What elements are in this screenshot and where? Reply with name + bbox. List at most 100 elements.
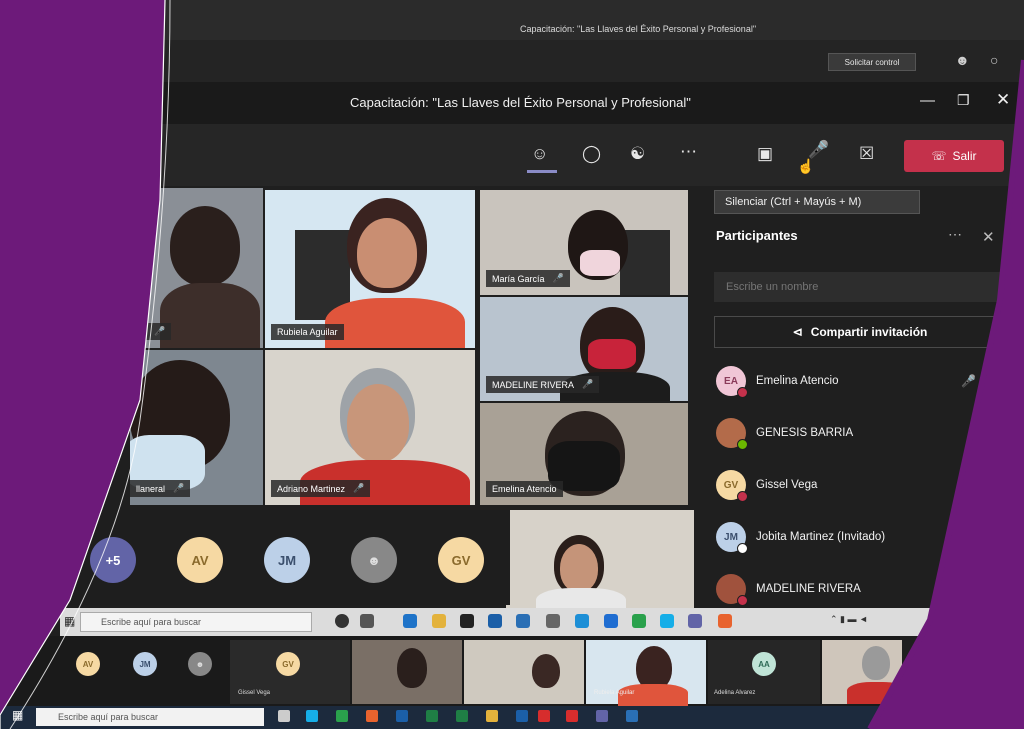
video-tile[interactable]: Emelina Atencio xyxy=(480,403,688,505)
teams-icon[interactable] xyxy=(596,710,608,722)
meeting-title: Capacitación: "Las Llaves del Éxito Pers… xyxy=(350,95,691,110)
leave-button[interactable]: ☏ Salir xyxy=(904,140,1004,172)
taskbar-search-field[interactable]: Escribe aquí para buscar xyxy=(80,612,312,632)
more-participants-avatar[interactable]: +5 xyxy=(90,537,136,583)
participant-row[interactable]: GENESIS BARRIA ⩔ xyxy=(712,413,1012,453)
system-tray-icons[interactable]: ⌃ ▮ ▬ ◄ xyxy=(830,614,868,625)
video-tile-partial[interactable]: llaneral 🎤 xyxy=(130,350,263,505)
chat-bubble-icon[interactable]: ◯ xyxy=(582,144,601,164)
leave-label: Salir xyxy=(952,149,977,163)
windows-start-icon[interactable]: ▦ xyxy=(64,614,75,628)
participant-name-tag: María García 🎤 xyxy=(486,270,570,287)
avatar xyxy=(716,418,748,450)
avatar[interactable]: AA xyxy=(752,652,776,676)
video-tile[interactable]: Rubiela Aguilar xyxy=(265,190,475,348)
app-icon[interactable] xyxy=(366,710,378,722)
video-tile[interactable]: Adriano Martinez 🎤 xyxy=(265,350,475,505)
acrobat-icon[interactable] xyxy=(566,710,578,722)
app-icon[interactable] xyxy=(538,710,550,722)
powerpoint-icon[interactable] xyxy=(718,614,732,628)
video-tile-self[interactable] xyxy=(506,510,694,610)
file-explorer-icon[interactable] xyxy=(486,710,498,722)
app-icon[interactable] xyxy=(626,710,638,722)
panel-title: Participantes xyxy=(716,228,798,243)
avatar xyxy=(716,574,748,606)
share-icon: ⊲ xyxy=(792,325,803,339)
avatar[interactable]: GV xyxy=(276,652,300,676)
participant-name-tag: Emelina Atencio xyxy=(486,481,563,497)
avatar[interactable]: AV xyxy=(76,652,100,676)
app-icon[interactable] xyxy=(604,614,618,628)
mail-icon[interactable] xyxy=(488,614,502,628)
edge-icon[interactable] xyxy=(403,614,417,628)
more-options-icon[interactable]: ⋯ xyxy=(680,142,697,162)
maximize-icon[interactable]: ❐ xyxy=(957,92,970,109)
taskbar-search-field[interactable]: Escribe aquí para buscar xyxy=(36,708,264,726)
microphone-icon[interactable]: 🎤 xyxy=(808,140,829,160)
participant-name: Emelina Atencio xyxy=(756,375,839,387)
avatar[interactable]: JM xyxy=(264,537,310,583)
chrome-icon[interactable] xyxy=(336,710,348,722)
mute-tooltip: Silenciar (Ctrl + Mayús + M) xyxy=(714,190,920,214)
remote-window-title: Capacitación: "Las Llaves del Éxito Pers… xyxy=(520,24,757,34)
task-view-icon[interactable] xyxy=(278,710,290,722)
app-icon[interactable] xyxy=(516,710,528,722)
avatar: GV xyxy=(716,470,748,502)
task-view-icon[interactable] xyxy=(360,614,374,628)
share-screen-icon[interactable]: ☒ xyxy=(859,144,874,164)
strip-name-label: Gissel Vega xyxy=(238,690,271,696)
chat-icon[interactable]: ○ xyxy=(990,52,998,68)
more-options-icon[interactable]: ⋯ xyxy=(948,226,962,243)
windows-start-icon[interactable]: ▦ xyxy=(12,708,23,722)
camera-icon[interactable] xyxy=(546,614,560,628)
avatar[interactable]: ☻ xyxy=(188,652,212,676)
share-invite-label: Compartir invitación xyxy=(810,325,928,339)
skype-icon[interactable] xyxy=(575,614,589,628)
avatar[interactable]: AV xyxy=(177,537,223,583)
avatar[interactable]: ☻ xyxy=(351,537,397,583)
strip-name-label: Rubiela Aguilar xyxy=(594,690,635,696)
person-icon: ☻ xyxy=(367,552,381,568)
avatar: JM xyxy=(716,522,748,554)
participant-row[interactable]: EA Emelina Atencio 🎤 xyxy=(712,361,1012,401)
cortana-icon[interactable] xyxy=(335,614,349,628)
reactions-icon[interactable]: ☯ xyxy=(630,144,645,164)
close-icon[interactable]: ✕ xyxy=(996,90,1010,110)
chrome-icon[interactable] xyxy=(632,614,646,628)
strip-name-label: Adelina Alvarez xyxy=(714,690,756,696)
participants-icon[interactable]: ☺ xyxy=(531,144,548,164)
excel-icon[interactable] xyxy=(426,710,438,722)
participant-name-tag: llaneral 🎤 xyxy=(130,480,191,497)
teams-icon[interactable] xyxy=(688,614,702,628)
participant-name-tag: MADELINE RIVERA 🎤 xyxy=(486,376,600,393)
video-tile[interactable]: MADELINE RIVERA 🎤 xyxy=(480,297,688,401)
share-invite-button[interactable]: ⊲ Compartir invitación xyxy=(714,316,1006,348)
people-icon[interactable]: ☻ xyxy=(955,52,970,68)
edge-new-icon[interactable] xyxy=(660,614,674,628)
microphone-icon: 🎤 xyxy=(961,374,976,388)
word-icon[interactable] xyxy=(396,710,408,722)
app-icon[interactable] xyxy=(456,710,468,722)
participant-name: GENESIS BARRIA xyxy=(756,427,854,439)
participant-search-input[interactable] xyxy=(714,272,1004,302)
minimize-icon[interactable]: — xyxy=(920,92,935,109)
participant-name-tag: Adriano Martinez 🎤 xyxy=(271,480,371,497)
avatar[interactable]: GV xyxy=(438,537,484,583)
avatar: EA xyxy=(716,366,748,398)
store-icon[interactable] xyxy=(460,614,474,628)
photos-icon[interactable] xyxy=(516,614,530,628)
video-tile[interactable]: María García 🎤 xyxy=(480,190,688,295)
active-tab-indicator xyxy=(527,170,557,173)
file-explorer-icon[interactable] xyxy=(432,614,446,628)
strip-video[interactable] xyxy=(352,640,462,704)
person-icon: ☻ xyxy=(195,659,205,669)
avatar[interactable]: JM xyxy=(133,652,157,676)
participant-name: Gissel Vega xyxy=(756,479,818,491)
camera-icon[interactable]: ▣ xyxy=(757,144,773,164)
strip-video[interactable] xyxy=(464,640,584,704)
edge-icon[interactable] xyxy=(306,710,318,722)
close-icon[interactable]: ✕ xyxy=(982,228,995,246)
mouse-cursor-icon: ☝ xyxy=(797,158,815,174)
request-control-button[interactable]: Solicitar control xyxy=(828,53,916,71)
phone-hangup-icon: ☏ xyxy=(931,149,947,163)
